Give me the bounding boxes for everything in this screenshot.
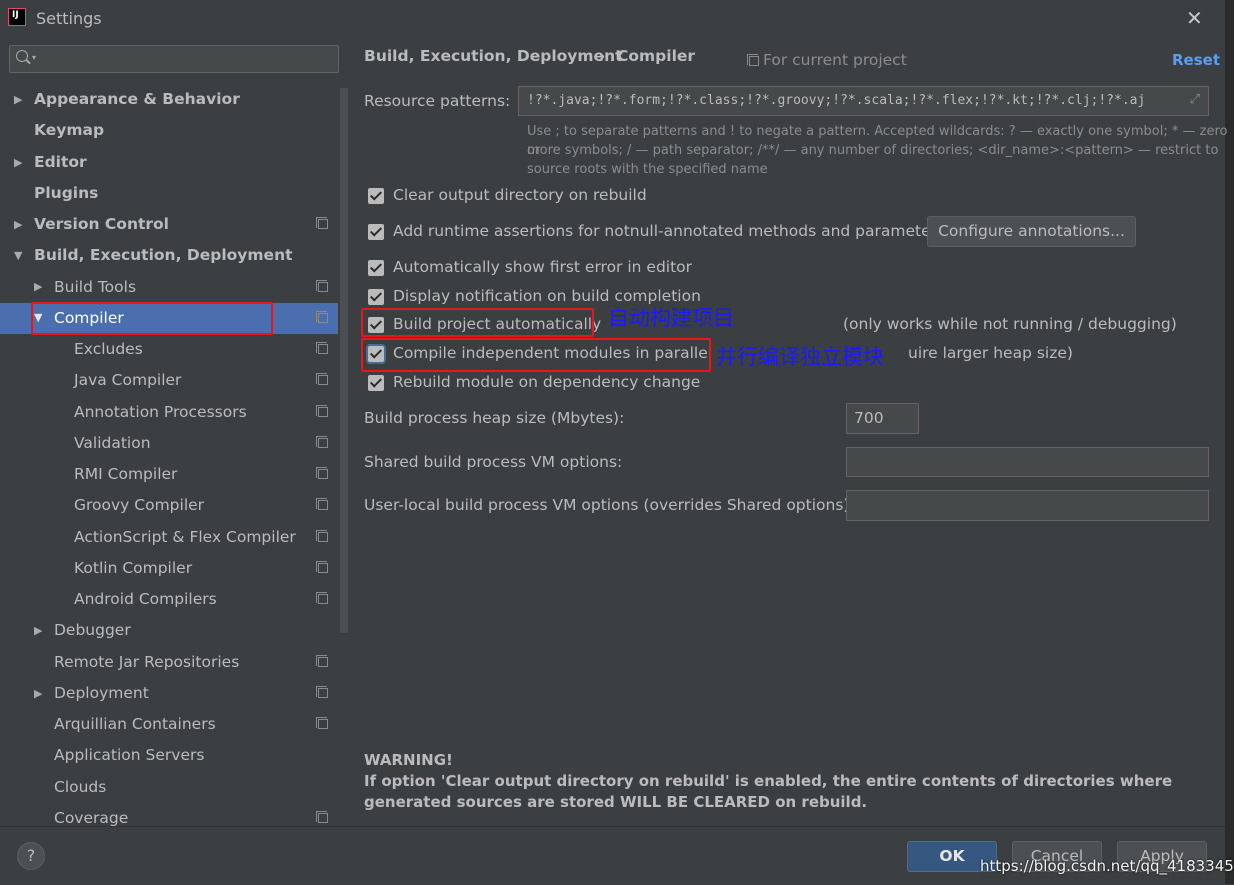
chevron-down-icon: ▾ xyxy=(32,53,37,62)
expand-icon[interactable]: ⤢ xyxy=(1190,92,1200,107)
title-bar xyxy=(0,0,1225,36)
sidebar-item-keymap[interactable]: Keymap xyxy=(34,115,104,145)
warning-block: WARNING! If option 'Clear output directo… xyxy=(364,750,1204,813)
help-button[interactable]: ? xyxy=(17,842,45,870)
sidebar-item-application-servers[interactable]: Application Servers xyxy=(54,740,204,770)
project-scope-icon xyxy=(316,717,328,729)
search-input[interactable]: ▾ xyxy=(9,45,339,73)
runtime-assertions-label: Add runtime assertions for notnull-annot… xyxy=(393,222,946,240)
intellij-logo-icon: IJ xyxy=(8,8,26,26)
shared-vm-options-label: Shared build process VM options: xyxy=(364,453,623,471)
annotation-auto-build: 自动构建项目 xyxy=(608,306,734,330)
resource-patterns-label: Resource patterns: xyxy=(364,92,511,110)
sidebar-item-validation[interactable]: Validation xyxy=(74,428,151,458)
rebuild-on-dependency-label: Rebuild module on dependency change xyxy=(393,373,701,391)
chevron-right-icon[interactable]: ▶ xyxy=(34,687,42,700)
resource-patterns-field[interactable]: !?*.java;!?*.form;!?*.class;!?*.groovy;!… xyxy=(518,86,1209,116)
configure-annotations-button[interactable]: Configure annotations... xyxy=(927,216,1136,247)
warning-title: WARNING! xyxy=(364,751,453,769)
sidebar-item-rmi-compiler[interactable]: RMI Compiler xyxy=(74,459,177,489)
sidebar-item-build-tools[interactable]: Build Tools xyxy=(54,272,136,302)
heap-size-value: 700 xyxy=(854,409,884,427)
project-scope-icon xyxy=(316,280,328,292)
chevron-down-icon[interactable]: ▼ xyxy=(14,249,22,262)
project-scope-icon xyxy=(316,561,328,573)
sidebar-item-actionscript-flex-compiler[interactable]: ActionScript & Flex Compiler xyxy=(74,522,296,552)
shared-vm-options-input[interactable] xyxy=(846,447,1209,477)
annotation-highlight-box xyxy=(361,308,594,337)
sidebar-item-clouds[interactable]: Clouds xyxy=(54,772,106,802)
parallel-compile-note: uire larger heap size) xyxy=(908,344,1073,362)
project-scope-icon xyxy=(747,54,759,66)
chevron-right-icon[interactable]: ▶ xyxy=(34,280,42,293)
sidebar-scrollbar[interactable] xyxy=(340,88,348,633)
clear-output-label: Clear output directory on rebuild xyxy=(393,186,647,204)
annotation-highlight-box xyxy=(361,338,711,372)
runtime-assertions-checkbox[interactable] xyxy=(368,224,384,240)
user-vm-options-label: User-local build process VM options (ove… xyxy=(364,496,855,514)
reset-link[interactable]: Reset xyxy=(1172,51,1220,69)
breadcrumb-separator: › xyxy=(599,47,606,65)
sidebar-item-plugins[interactable]: Plugins xyxy=(34,178,98,208)
sidebar-item-debugger[interactable]: Debugger xyxy=(54,615,131,645)
sidebar-item-java-compiler[interactable]: Java Compiler xyxy=(74,365,181,395)
sidebar-item-build-execution-deployment[interactable]: Build, Execution, Deployment xyxy=(34,240,293,270)
warning-text: If option 'Clear output directory on reb… xyxy=(364,772,1173,811)
project-scope-icon xyxy=(316,592,328,604)
build-automatically-note: (only works while not running / debuggin… xyxy=(843,315,1177,333)
hint-line-2: more symbols; / — path separator; /**/ —… xyxy=(527,143,1219,158)
sidebar-item-arquillian-containers[interactable]: Arquillian Containers xyxy=(54,709,216,739)
close-icon[interactable]: ✕ xyxy=(1186,6,1203,30)
sidebar-item-editor[interactable]: Editor xyxy=(34,147,87,177)
user-vm-options-input[interactable] xyxy=(846,490,1209,521)
build-notification-checkbox[interactable] xyxy=(368,289,384,305)
project-scope-icon xyxy=(316,342,328,354)
sidebar-item-remote-jar-repositories[interactable]: Remote Jar Repositories xyxy=(54,647,239,677)
chevron-right-icon[interactable]: ▶ xyxy=(14,156,22,169)
sidebar-item-deployment[interactable]: Deployment xyxy=(54,678,149,708)
project-scope-icon xyxy=(316,467,328,479)
heap-size-input[interactable]: 700 xyxy=(846,403,919,434)
project-scope-icon xyxy=(316,498,328,510)
chevron-right-icon[interactable]: ▶ xyxy=(14,218,22,231)
project-scope-icon xyxy=(316,655,328,667)
show-first-error-label: Automatically show first error in editor xyxy=(393,258,693,276)
clear-output-checkbox[interactable] xyxy=(368,188,384,204)
search-icon xyxy=(16,50,28,62)
sidebar-item-annotation-processors[interactable]: Annotation Processors xyxy=(74,397,247,427)
page-title: Compiler xyxy=(617,47,696,65)
breadcrumb-parent: Build, Execution, Deployment xyxy=(364,47,623,65)
project-scope-icon xyxy=(316,217,328,229)
project-scope-icon xyxy=(316,405,328,417)
sidebar-item-kotlin-compiler[interactable]: Kotlin Compiler xyxy=(74,553,192,583)
heap-size-label: Build process heap size (Mbytes): xyxy=(364,409,625,427)
resource-patterns-value: !?*.java;!?*.form;!?*.class;!?*.groovy;!… xyxy=(527,93,1146,108)
project-scope-icon xyxy=(316,811,328,823)
sidebar-item-appearance-behavior[interactable]: Appearance & Behavior xyxy=(34,84,240,114)
project-scope-icon xyxy=(316,530,328,542)
project-scope-icon xyxy=(316,311,328,323)
annotation-parallel: 并行编译独立模块 xyxy=(716,345,884,369)
scope-label: For current project xyxy=(763,51,907,69)
project-scope-icon xyxy=(316,436,328,448)
sidebar-item-version-control[interactable]: Version Control xyxy=(34,209,169,239)
chevron-right-icon[interactable]: ▶ xyxy=(14,93,22,106)
rebuild-on-dependency-checkbox[interactable] xyxy=(368,375,384,391)
annotation-highlight-box xyxy=(31,302,273,335)
sidebar-item-android-compilers[interactable]: Android Compilers xyxy=(74,584,217,614)
window-title: Settings xyxy=(36,9,102,28)
show-first-error-checkbox[interactable] xyxy=(368,260,384,276)
chevron-right-icon[interactable]: ▶ xyxy=(34,624,42,637)
project-scope-icon xyxy=(316,373,328,385)
hint-line-3: source roots with the specified name xyxy=(527,162,768,177)
sidebar-item-excludes[interactable]: Excludes xyxy=(74,334,143,364)
watermark: https://blog.csdn.net/qq_41833455 xyxy=(980,857,1234,875)
sidebar-item-groovy-compiler[interactable]: Groovy Compiler xyxy=(74,490,204,520)
project-scope-icon xyxy=(316,686,328,698)
